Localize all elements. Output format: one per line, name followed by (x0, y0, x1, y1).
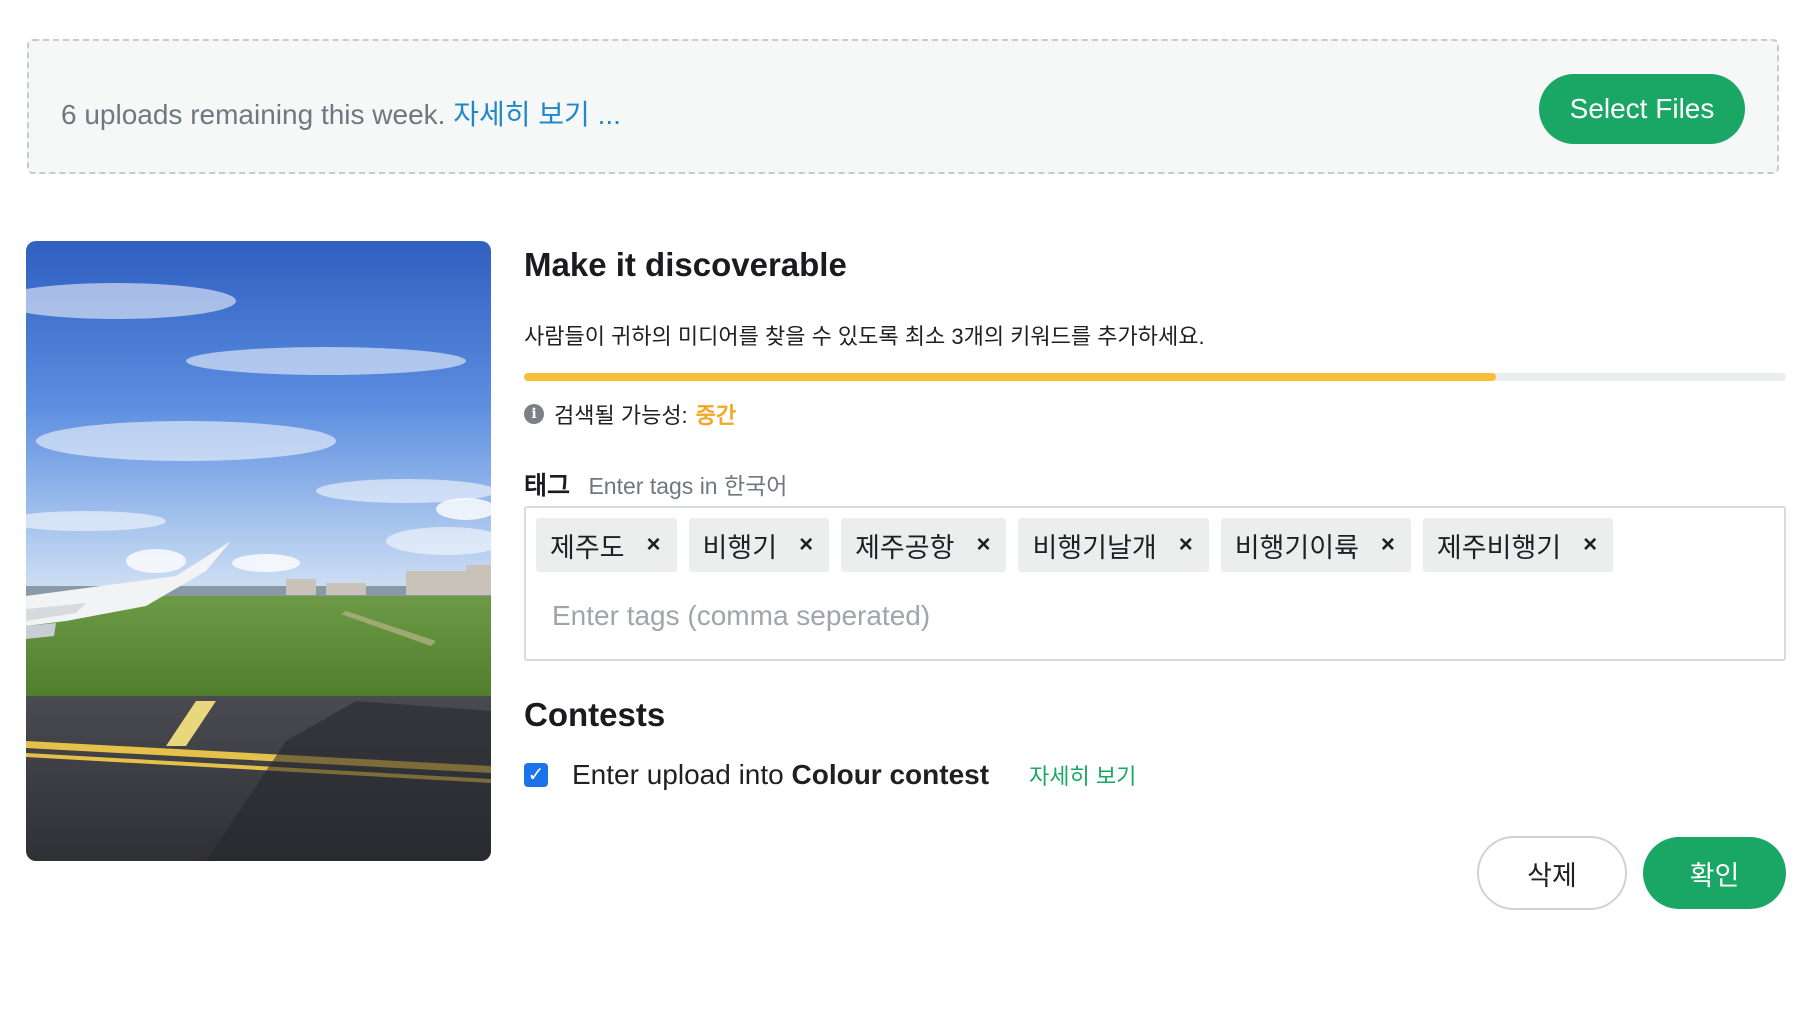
upload-remaining-text: 6 uploads remaining this week. 자세히 보기 ..… (61, 93, 621, 133)
discoverability-progress-fill (524, 373, 1496, 381)
tag-chip-label: 제주공항 (855, 532, 955, 563)
discoverable-heading: Make it discoverable (524, 246, 847, 283)
tag-chip-label: 비행기날개 (1032, 532, 1157, 563)
discoverability-label: 검색될 가능성: (554, 403, 688, 428)
remove-tag-icon[interactable]: × (1179, 531, 1193, 559)
remove-tag-icon[interactable]: × (647, 531, 661, 559)
confirm-button[interactable]: 확인 (1643, 837, 1786, 909)
discoverability-progress-bar (524, 373, 1786, 381)
discoverability-status: i 검색될 가능성: 중간 (524, 398, 736, 430)
tag-chip-label: 제주도 (550, 532, 625, 563)
info-icon[interactable]: i (524, 404, 544, 424)
keywords-instruction: 사람들이 귀하의 미디어를 찾을 수 있도록 최소 3개의 키워드를 추가하세요… (524, 324, 1205, 349)
remove-tag-icon[interactable]: × (1381, 531, 1395, 559)
tag-chip: 제주비행기 × (1422, 518, 1614, 572)
details-link[interactable]: 자세히 보기 ... (453, 99, 621, 130)
tags-language-hint: Enter tags in 한국어 (588, 473, 788, 499)
tag-chip-label: 비행기 (702, 532, 778, 563)
remaining-uploads-label: 6 uploads remaining this week. (61, 99, 446, 130)
tag-chip: 비행기 × (688, 518, 830, 572)
remove-tag-icon[interactable]: × (1583, 531, 1597, 559)
contest-entry-prefix: Enter upload into (572, 759, 784, 790)
tag-chip: 제주공항 × (841, 518, 1007, 572)
tags-field[interactable]: 제주도 × 비행기 × 제주공항 × 비행기날개 × 비행기이륙 × 제주비행기 × (524, 506, 1786, 661)
contest-entry-row: ✓ Enter upload into Colour contest 자세히 보… (524, 759, 1136, 791)
tags-input[interactable] (550, 590, 1754, 642)
tag-chip: 비행기이륙 × (1220, 518, 1411, 572)
contest-name: Colour contest (791, 759, 990, 790)
tag-chip: 비행기날개 × (1018, 518, 1209, 572)
contest-details-link[interactable]: 자세히 보기 (1029, 759, 1136, 791)
tag-chip-label: 제주비행기 (1436, 532, 1562, 563)
remove-tag-icon[interactable]: × (976, 531, 990, 559)
tags-label: 태그 (524, 472, 571, 500)
tags-label-row: 태그 Enter tags in 한국어 (524, 466, 787, 502)
tag-chip-label: 비행기이륙 (1234, 532, 1359, 563)
delete-button[interactable]: 삭제 (1477, 836, 1627, 910)
contest-entry-text: Enter upload into Colour contest (572, 759, 989, 791)
upload-preview-image (26, 241, 491, 861)
upload-banner: 6 uploads remaining this week. 자세히 보기 ..… (27, 39, 1779, 174)
tag-chip-list: 제주도 × 비행기 × 제주공항 × 비행기날개 × 비행기이륙 × 제주비행기 × (536, 518, 1614, 572)
contest-checkbox[interactable]: ✓ (524, 763, 548, 787)
contests-heading: Contests (524, 696, 666, 733)
remove-tag-icon[interactable]: × (799, 531, 813, 559)
tag-chip: 제주도 × (536, 518, 677, 572)
select-files-button[interactable]: Select Files (1539, 74, 1745, 144)
discoverability-value: 중간 (695, 403, 737, 428)
